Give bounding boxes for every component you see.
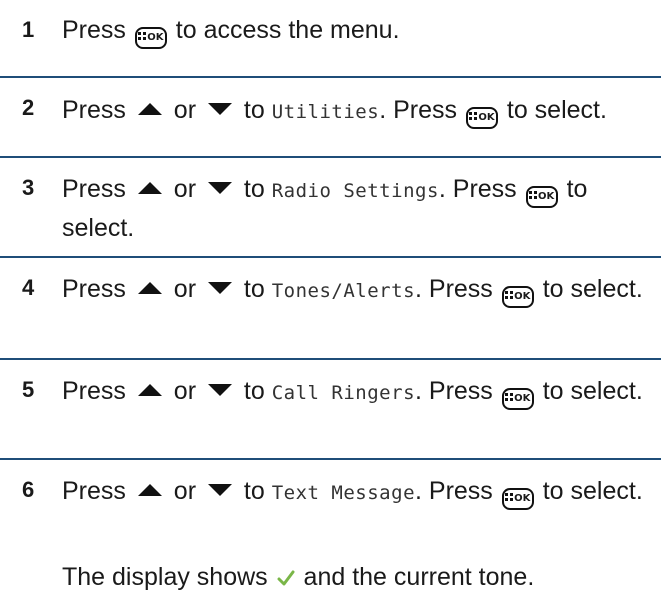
instruction-text: to select. (499, 96, 607, 124)
instruction-text: or (166, 275, 203, 303)
menu-grid-icon (505, 493, 514, 501)
instruction-text: . Press (379, 96, 464, 124)
step-text: Press or to Text Message. Press OK to se… (62, 473, 653, 512)
menu-item-name: Utilities (271, 101, 380, 123)
up-arrow-icon (137, 484, 162, 496)
instruction-text: to select. (535, 477, 643, 505)
step-number: 2 (22, 95, 35, 120)
instruction-text: to access the menu. (168, 16, 400, 44)
instruction-text: Press (62, 477, 133, 505)
menu-ok-button-icon: OK (465, 107, 498, 129)
ok-label: OK (538, 191, 555, 202)
ok-label: OK (514, 493, 531, 504)
instruction-text: . Press (415, 477, 500, 505)
down-arrow-icon (207, 182, 232, 194)
instruction-text: . Press (415, 275, 500, 303)
instruction-text: to (236, 377, 272, 405)
ok-label: OK (514, 291, 531, 302)
menu-item-name: Radio Settings (271, 180, 439, 202)
instruction-text: Press (62, 377, 133, 405)
step-number: 6 (22, 477, 35, 502)
instruction-text: to (236, 96, 272, 124)
instruction-text: Press (62, 275, 133, 303)
menu-grid-icon (529, 191, 538, 199)
down-arrow-icon (207, 484, 232, 496)
menu-item-name: Call Ringers (271, 382, 416, 404)
up-arrow-icon (137, 282, 162, 294)
step-4: 4 Press or to Tones/Alerts. Press OK to … (0, 258, 661, 360)
step-text: Press OK to access the menu. (62, 12, 653, 49)
menu-grid-icon (138, 32, 147, 40)
instruction-text: to (236, 477, 272, 505)
step-text: Press or to Utilities. Press OK to selec… (62, 92, 653, 131)
step-text: Press or to Tones/Alerts. Press OK to se… (62, 271, 653, 310)
instruction-text: . Press (415, 377, 500, 405)
up-arrow-icon (137, 182, 162, 194)
ok-label: OK (478, 112, 495, 123)
procedure-steps: 1 Press OK to access the menu. 2 Press o… (0, 0, 661, 591)
step-number: 1 (22, 17, 35, 42)
ok-label: OK (147, 32, 164, 43)
instruction-text: The display shows (62, 563, 275, 591)
down-arrow-icon (207, 384, 232, 396)
step-5: 5 Press or to Call Ringers. Press OK to … (0, 360, 661, 460)
menu-grid-icon (505, 291, 514, 299)
step-number: 5 (22, 377, 35, 402)
instruction-text: or (166, 377, 203, 405)
menu-item-name: Tones/Alerts (271, 280, 416, 302)
step-1: 1 Press OK to access the menu. (0, 0, 661, 78)
step-3: 3 Press or to Radio Settings. Press OK t… (0, 158, 661, 258)
instruction-text: . Press (438, 175, 524, 203)
checkmark-icon (277, 570, 295, 586)
menu-grid-icon (505, 393, 514, 401)
instruction-text: Press (62, 16, 133, 44)
step-6: 6 Press or to Text Message. Press OK to … (0, 460, 661, 591)
step-2: 2 Press or to Utilities. Press OK to sel… (0, 78, 661, 158)
down-arrow-icon (207, 103, 232, 115)
instruction-text: or (166, 175, 203, 203)
instruction-text: or (166, 96, 203, 124)
instruction-text: to select. (535, 377, 643, 405)
menu-item-name: Text Message (271, 482, 416, 504)
instruction-text: to (236, 175, 272, 203)
up-arrow-icon (137, 103, 162, 115)
instruction-text: or (166, 477, 203, 505)
instruction-text: and the current tone. (296, 563, 535, 591)
menu-ok-button-icon: OK (501, 388, 534, 410)
step-number: 3 (22, 175, 35, 200)
menu-grid-icon (469, 112, 478, 120)
menu-ok-button-icon: OK (134, 27, 167, 49)
down-arrow-icon (207, 282, 232, 294)
menu-ok-button-icon: OK (501, 488, 534, 510)
instruction-text: to (236, 275, 272, 303)
step-text: Press or to Radio Settings. Press OK to … (62, 171, 653, 247)
instruction-text: Press (62, 175, 133, 203)
instruction-text: to select. (535, 275, 643, 303)
ok-label: OK (514, 393, 531, 404)
menu-ok-button-icon: OK (501, 286, 534, 308)
instruction-text: Press (62, 96, 133, 124)
menu-ok-button-icon: OK (525, 186, 558, 208)
step-text: Press or to Call Ringers. Press OK to se… (62, 373, 653, 412)
step-result: The display shows and the current tone. (62, 559, 653, 596)
up-arrow-icon (137, 384, 162, 396)
step-number: 4 (22, 275, 35, 300)
